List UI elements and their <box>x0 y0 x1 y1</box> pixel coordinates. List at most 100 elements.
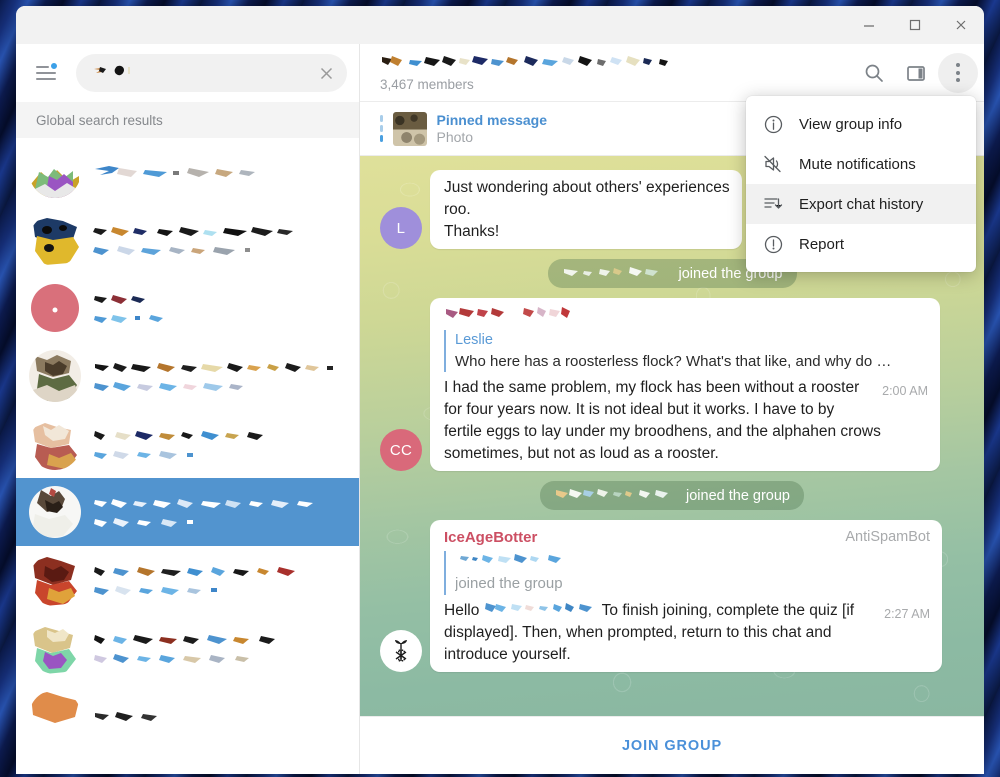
member-count: 3,467 members <box>380 76 474 92</box>
avatar <box>29 418 81 470</box>
list-item-text-redacted <box>93 361 345 392</box>
list-item-text-redacted <box>93 565 345 596</box>
avatar <box>29 146 81 198</box>
list-item-text-redacted <box>93 429 345 460</box>
mute-icon <box>762 154 784 174</box>
avatar <box>29 622 81 674</box>
report-icon <box>762 235 784 254</box>
search-query-redacted <box>92 63 162 84</box>
message-text-line: Thanks! <box>444 223 500 240</box>
list-item[interactable] <box>16 138 359 206</box>
clear-search-icon[interactable] <box>313 60 339 86</box>
join-group-button[interactable]: JOIN GROUP <box>622 738 722 754</box>
pinned-text: Pinned message Photo <box>437 112 548 145</box>
sidebar-search-row <box>16 44 359 102</box>
reply-text: Who here has a roosterless flock? What's… <box>455 352 892 370</box>
menu-item-mute-notifications[interactable]: Mute notifications <box>746 144 976 184</box>
list-item-text-redacted <box>93 225 345 256</box>
sidebar: Global search results <box>16 44 360 774</box>
pinned-subtitle: Photo <box>436 129 474 145</box>
chat-header: 3,467 members <box>360 44 984 102</box>
join-group-bar[interactable]: JOIN GROUP <box>360 716 984 774</box>
joined-user-redacted <box>562 264 672 283</box>
list-item[interactable] <box>16 682 359 750</box>
message-emoji-redacted <box>484 600 602 622</box>
list-item-text-redacted <box>93 710 345 722</box>
message-text-line: roo. <box>444 201 471 218</box>
message-bubble[interactable]: Just wondering about others' experiences… <box>430 170 742 249</box>
pinned-title: Pinned message <box>436 112 548 128</box>
avatar <box>29 282 81 334</box>
list-item[interactable] <box>16 342 359 410</box>
search-input[interactable] <box>76 54 347 92</box>
list-item-text-redacted <box>93 497 345 528</box>
avatar <box>29 486 81 538</box>
kebab-icon <box>956 63 960 82</box>
context-menu: View group info Mute notifications Expor… <box>746 96 976 272</box>
avatar <box>29 350 81 402</box>
service-message-text: joined the group <box>686 487 790 504</box>
window-body: Global search results 3,467 members Pinn… <box>16 44 984 774</box>
list-item[interactable] <box>16 614 359 682</box>
maximize-button[interactable] <box>892 6 938 44</box>
info-icon <box>762 115 784 134</box>
reply-text: joined the group <box>455 575 563 593</box>
avatar[interactable]: L <box>380 207 422 249</box>
minimize-button[interactable] <box>846 6 892 44</box>
list-item[interactable] <box>16 274 359 342</box>
main-menu-button[interactable] <box>26 53 66 93</box>
via-bot-label: AntiSpamBot <box>845 529 930 546</box>
more-options-icon[interactable] <box>938 52 978 93</box>
menu-item-export-chat-history[interactable]: Export chat history <box>746 184 976 224</box>
search-results-list <box>16 138 359 774</box>
telegram-window: Global search results 3,467 members Pinn… <box>16 6 984 774</box>
avatar <box>29 214 81 266</box>
avatar <box>29 690 81 742</box>
section-header-global-search: Global search results <box>16 102 359 138</box>
message-text-prefix: Hello <box>444 601 484 619</box>
list-item-text-redacted <box>93 633 345 664</box>
list-item[interactable] <box>16 478 359 546</box>
chat-pane: 3,467 members Pinned message Photo L Jus… <box>360 44 984 774</box>
pinned-thumbnail <box>392 111 427 146</box>
sender-name-redacted <box>444 305 928 327</box>
message-text-line: Just wondering about others' experiences <box>444 179 730 196</box>
menu-item-report[interactable]: Report <box>746 224 976 264</box>
message-timestamp: 2:00 AM <box>882 384 928 399</box>
joined-user-redacted <box>554 486 679 505</box>
sender-name-text: IceAgeBotter <box>444 529 538 547</box>
close-button[interactable] <box>938 6 984 44</box>
reply-quote[interactable]: Leslie Who here has a roosterless flock?… <box>444 330 928 373</box>
menu-item-label: Export chat history <box>799 195 924 213</box>
pin-indicator-icon <box>380 115 383 142</box>
message-bubble[interactable]: Leslie Who here has a roosterless flock?… <box>430 298 940 472</box>
right-panel-icon[interactable] <box>896 53 936 93</box>
chat-header-text: 3,467 members <box>380 54 854 92</box>
message-row: AntiSpamBot IceAgeBotter joined the grou… <box>380 520 964 672</box>
reply-sender: Leslie <box>455 332 493 349</box>
menu-item-label: Mute notifications <box>799 155 916 173</box>
avatar[interactable] <box>380 629 422 672</box>
list-item-text-redacted <box>93 166 345 178</box>
avatar[interactable]: CC <box>380 429 422 472</box>
menu-item-label: View group info <box>799 115 903 133</box>
list-item[interactable] <box>16 410 359 478</box>
reply-sender-redacted <box>455 551 930 573</box>
menu-item-view-group-info[interactable]: View group info <box>746 104 976 144</box>
message-text: I had the same problem, my flock has bee… <box>444 379 881 463</box>
avatar <box>29 554 81 606</box>
message-bubble[interactable]: AntiSpamBot IceAgeBotter joined the grou… <box>430 520 942 672</box>
chat-header-actions <box>854 52 978 93</box>
chat-title-redacted <box>380 54 854 74</box>
search-icon[interactable] <box>854 53 894 93</box>
menu-item-label: Report <box>799 235 845 253</box>
section-header-label: Global search results <box>36 112 163 128</box>
list-item-text-redacted <box>93 293 345 324</box>
window-titlebar <box>16 6 984 44</box>
message-timestamp: 2:27 AM <box>884 606 930 621</box>
list-item[interactable] <box>16 206 359 274</box>
notification-dot-icon <box>50 62 58 70</box>
reply-quote[interactable]: joined the group <box>444 551 930 595</box>
list-item[interactable] <box>16 546 359 614</box>
message-row: CC Leslie Who here has a roosterless flo… <box>380 298 964 472</box>
